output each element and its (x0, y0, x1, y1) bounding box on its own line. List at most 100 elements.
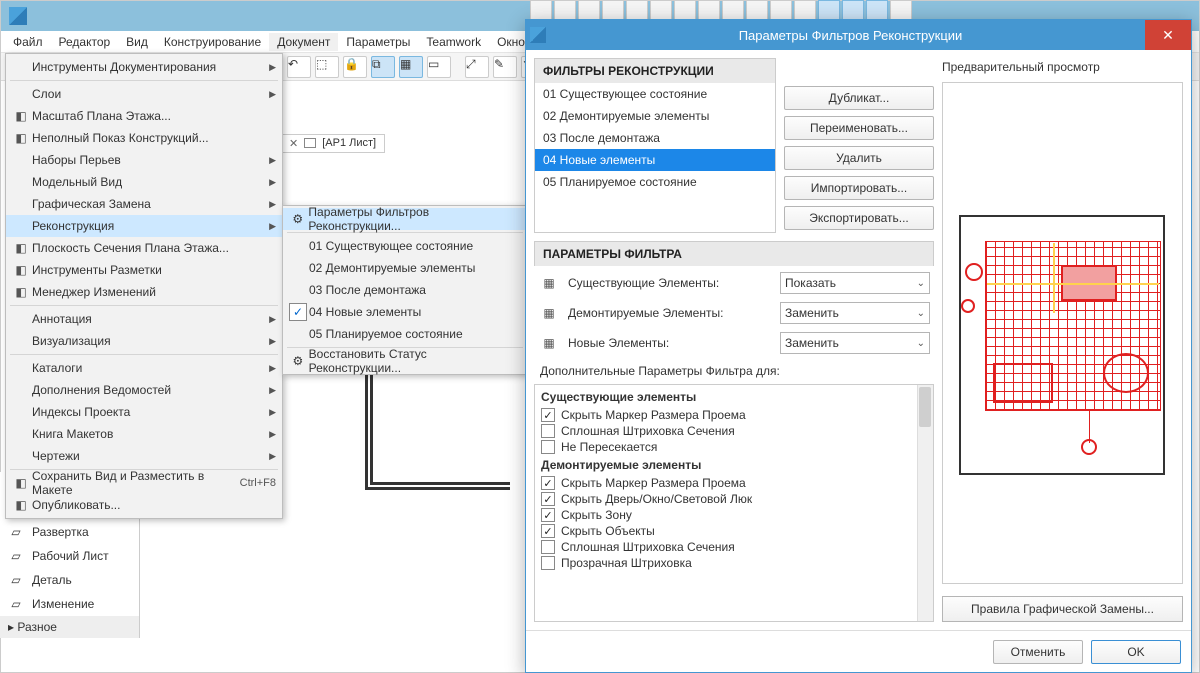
submenu-item[interactable]: ✓04 Новые элементы (283, 301, 527, 323)
submenu-item[interactable]: ⚙Восстановить Статус Реконструкции... (283, 350, 527, 372)
tool-icon[interactable] (578, 0, 600, 20)
filter-list-item[interactable]: 02 Демонтируемые элементы (535, 105, 775, 127)
submenu-item[interactable]: 05 Планируемое состояние (283, 323, 527, 345)
menu-item[interactable]: Реконструкция▶ (6, 215, 282, 237)
param-select[interactable]: Заменить⌄ (780, 302, 930, 324)
menu-редактор[interactable]: Редактор (51, 33, 119, 51)
tool-icon[interactable] (842, 0, 864, 20)
tool-icon[interactable] (602, 0, 624, 20)
tool-worksheet[interactable]: ▱Рабочий Лист (0, 544, 139, 568)
checkbox[interactable] (541, 424, 555, 438)
filter-list-item[interactable]: 01 Существующее состояние (535, 83, 775, 105)
submenu-item[interactable]: 02 Демонтируемые элементы (283, 257, 527, 279)
tool-icon[interactable] (650, 0, 672, 20)
checkbox[interactable] (541, 408, 555, 422)
toolbar-button[interactable]: ⤢ (465, 56, 489, 78)
tool-change[interactable]: ▱Изменение (0, 592, 139, 616)
duplicate-button[interactable]: Дубликат... (784, 86, 934, 110)
tool-interior[interactable]: ▱Развертка (0, 520, 139, 544)
tool-icon[interactable] (746, 0, 768, 20)
tool-icon[interactable] (818, 0, 840, 20)
document-tab[interactable]: ✕ [АР1 Лист] (280, 134, 385, 153)
toolbar-button[interactable]: ⧉ (371, 56, 395, 78)
dialog-close-button[interactable]: ✕ (1145, 20, 1191, 50)
graphic-override-rules-button[interactable]: Правила Графической Замены... (942, 596, 1183, 622)
param-select[interactable]: Показать⌄ (780, 272, 930, 294)
submenu-item[interactable]: 03 После демонтажа (283, 279, 527, 301)
menu-item[interactable]: Наборы Перьев▶ (6, 149, 282, 171)
tab-close-icon[interactable]: ✕ (289, 137, 298, 150)
menu-файл[interactable]: Файл (5, 33, 51, 51)
menu-item[interactable]: ◧Неполный Показ Конструкций... (6, 127, 282, 149)
param-select[interactable]: Заменить⌄ (780, 332, 930, 354)
menu-документ[interactable]: Документ (269, 33, 338, 51)
filter-list-item[interactable]: 04 Новые элементы (535, 149, 775, 171)
import-button[interactable]: Импортировать... (784, 176, 934, 200)
menu-вид[interactable]: Вид (118, 33, 156, 51)
filter-list-item[interactable]: 03 После демонтажа (535, 127, 775, 149)
menu-item[interactable]: Модельный Вид▶ (6, 171, 282, 193)
checkbox[interactable] (541, 476, 555, 490)
tool-icon[interactable] (698, 0, 720, 20)
tool-icon[interactable] (554, 0, 576, 20)
submenu-item[interactable]: 01 Существующее состояние (283, 235, 527, 257)
ok-button[interactable]: OK (1091, 640, 1181, 664)
toolbar-button[interactable]: ▦ (399, 56, 423, 78)
option-row[interactable]: Сплошная Штриховка Сечения (539, 423, 929, 439)
menu-item[interactable]: ◧Инструменты Разметки (6, 259, 282, 281)
menu-item[interactable]: Каталоги▶ (6, 357, 282, 379)
option-row[interactable]: Не Пересекается (539, 439, 929, 455)
delete-button[interactable]: Удалить (784, 146, 934, 170)
toolbar-button[interactable]: ⬚ (315, 56, 339, 78)
filter-options-list[interactable]: Существующие элементыСкрыть Маркер Разме… (534, 384, 934, 622)
menu-item[interactable]: ◧Опубликовать... (6, 494, 282, 516)
checkbox[interactable] (541, 524, 555, 538)
checkbox[interactable] (541, 508, 555, 522)
menu-item[interactable]: ◧Сохранить Вид и Разместить в МакетеCtrl… (6, 472, 282, 494)
scrollbar[interactable] (917, 385, 933, 621)
option-row[interactable]: Скрыть Объекты (539, 523, 929, 539)
tool-icon[interactable] (674, 0, 696, 20)
menu-item[interactable]: Индексы Проекта▶ (6, 401, 282, 423)
cancel-button[interactable]: Отменить (993, 640, 1083, 664)
menu-item[interactable]: Аннотация▶ (6, 308, 282, 330)
menu-item[interactable]: Визуализация▶ (6, 330, 282, 352)
menu-teamwork[interactable]: Teamwork (418, 33, 489, 51)
menu-item[interactable]: ◧Масштаб Плана Этажа... (6, 105, 282, 127)
submenu-item[interactable]: ⚙Параметры Фильтров Реконструкции... (283, 208, 527, 230)
export-button[interactable]: Экспортировать... (784, 206, 934, 230)
menu-item[interactable]: Книга Макетов▶ (6, 423, 282, 445)
toolbar-button[interactable]: ✎ (493, 56, 517, 78)
filter-list[interactable]: 01 Существующее состояние02 Демонтируемы… (534, 83, 776, 233)
option-row[interactable]: Сплошная Штриховка Сечения (539, 539, 929, 555)
checkbox[interactable] (541, 492, 555, 506)
option-row[interactable]: Скрыть Маркер Размера Проема (539, 407, 929, 423)
tool-icon[interactable] (794, 0, 816, 20)
menu-item[interactable]: Инструменты Документирования▶ (6, 56, 282, 78)
toolbar-button[interactable]: 🔒 (343, 56, 367, 78)
tool-icon[interactable] (770, 0, 792, 20)
menu-конструирование[interactable]: Конструирование (156, 33, 269, 51)
toolbar-button[interactable]: ↶ (287, 56, 311, 78)
option-row[interactable]: Скрыть Дверь/Окно/Световой Люк (539, 491, 929, 507)
tool-group-header[interactable]: ▸ Разное (0, 616, 139, 638)
checkbox[interactable] (541, 556, 555, 570)
menu-item[interactable]: ◧Плоскость Сечения Плана Этажа... (6, 237, 282, 259)
tool-detail[interactable]: ▱Деталь (0, 568, 139, 592)
option-row[interactable]: Скрыть Маркер Размера Проема (539, 475, 929, 491)
tool-icon[interactable] (890, 0, 912, 20)
menu-item[interactable]: Графическая Замена▶ (6, 193, 282, 215)
rename-button[interactable]: Переименовать... (784, 116, 934, 140)
toolbar-button[interactable]: ▭ (427, 56, 451, 78)
menu-item[interactable]: Чертежи▶ (6, 445, 282, 467)
menu-item[interactable]: ◧Менеджер Изменений (6, 281, 282, 303)
tool-icon[interactable] (722, 0, 744, 20)
tool-icon[interactable] (626, 0, 648, 20)
tool-icon[interactable] (530, 0, 552, 20)
menu-item[interactable]: Дополнения Ведомостей▶ (6, 379, 282, 401)
filter-list-item[interactable]: 05 Планируемое состояние (535, 171, 775, 193)
option-row[interactable]: Прозрачная Штриховка (539, 555, 929, 571)
checkbox[interactable] (541, 440, 555, 454)
tool-icon[interactable] (866, 0, 888, 20)
menu-параметры[interactable]: Параметры (338, 33, 418, 51)
